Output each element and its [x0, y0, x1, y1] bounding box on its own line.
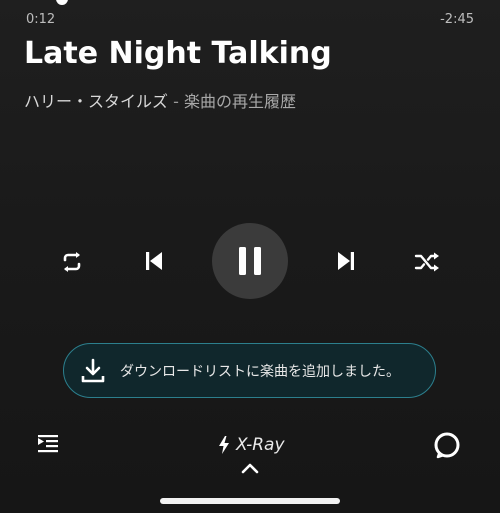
chevron-up-icon: [241, 463, 259, 474]
download-icon: [81, 358, 105, 383]
skip-next-icon: [338, 252, 354, 270]
progress-bar[interactable]: [0, 0, 500, 5]
home-indicator[interactable]: [160, 498, 340, 504]
queue-icon: [38, 435, 58, 453]
xray-button[interactable]: X-Ray: [218, 432, 285, 458]
next-track-button[interactable]: [329, 244, 363, 278]
playback-controls: [0, 222, 500, 302]
progress-knob[interactable]: [56, 0, 68, 5]
artist-name[interactable]: ハリー・スタイルズ: [24, 92, 168, 111]
alexa-icon: [434, 432, 460, 459]
download-toast[interactable]: ダウンロードリストに楽曲を追加しました。: [63, 343, 436, 398]
shuffle-button[interactable]: [411, 246, 443, 278]
now-playing-screen: 0:12 -2:45 Late Night Talking ハリー・スタイルズ …: [0, 0, 500, 513]
xray-label: X-Ray: [236, 435, 285, 455]
pause-icon: [239, 247, 261, 275]
shuffle-icon: [414, 252, 439, 272]
playback-context[interactable]: 楽曲の再生履歴: [184, 92, 296, 111]
subtitle-separator: -: [168, 92, 184, 111]
queue-button[interactable]: [36, 433, 60, 457]
repeat-icon: [63, 252, 81, 272]
track-subtitle: ハリー・スタイルズ - 楽曲の再生履歴: [24, 88, 296, 112]
elapsed-time: 0:12: [26, 12, 56, 27]
repeat-button[interactable]: [56, 246, 88, 278]
track-title[interactable]: Late Night Talking: [24, 36, 332, 71]
expand-button[interactable]: [239, 460, 261, 476]
remaining-time: -2:45: [440, 12, 474, 27]
pause-button[interactable]: [212, 223, 288, 299]
toast-message: ダウンロードリストに楽曲を追加しました。: [120, 364, 400, 380]
skip-previous-icon: [146, 252, 162, 270]
alexa-button[interactable]: [432, 430, 462, 460]
previous-track-button[interactable]: [137, 244, 171, 278]
lightning-icon: [219, 436, 229, 454]
